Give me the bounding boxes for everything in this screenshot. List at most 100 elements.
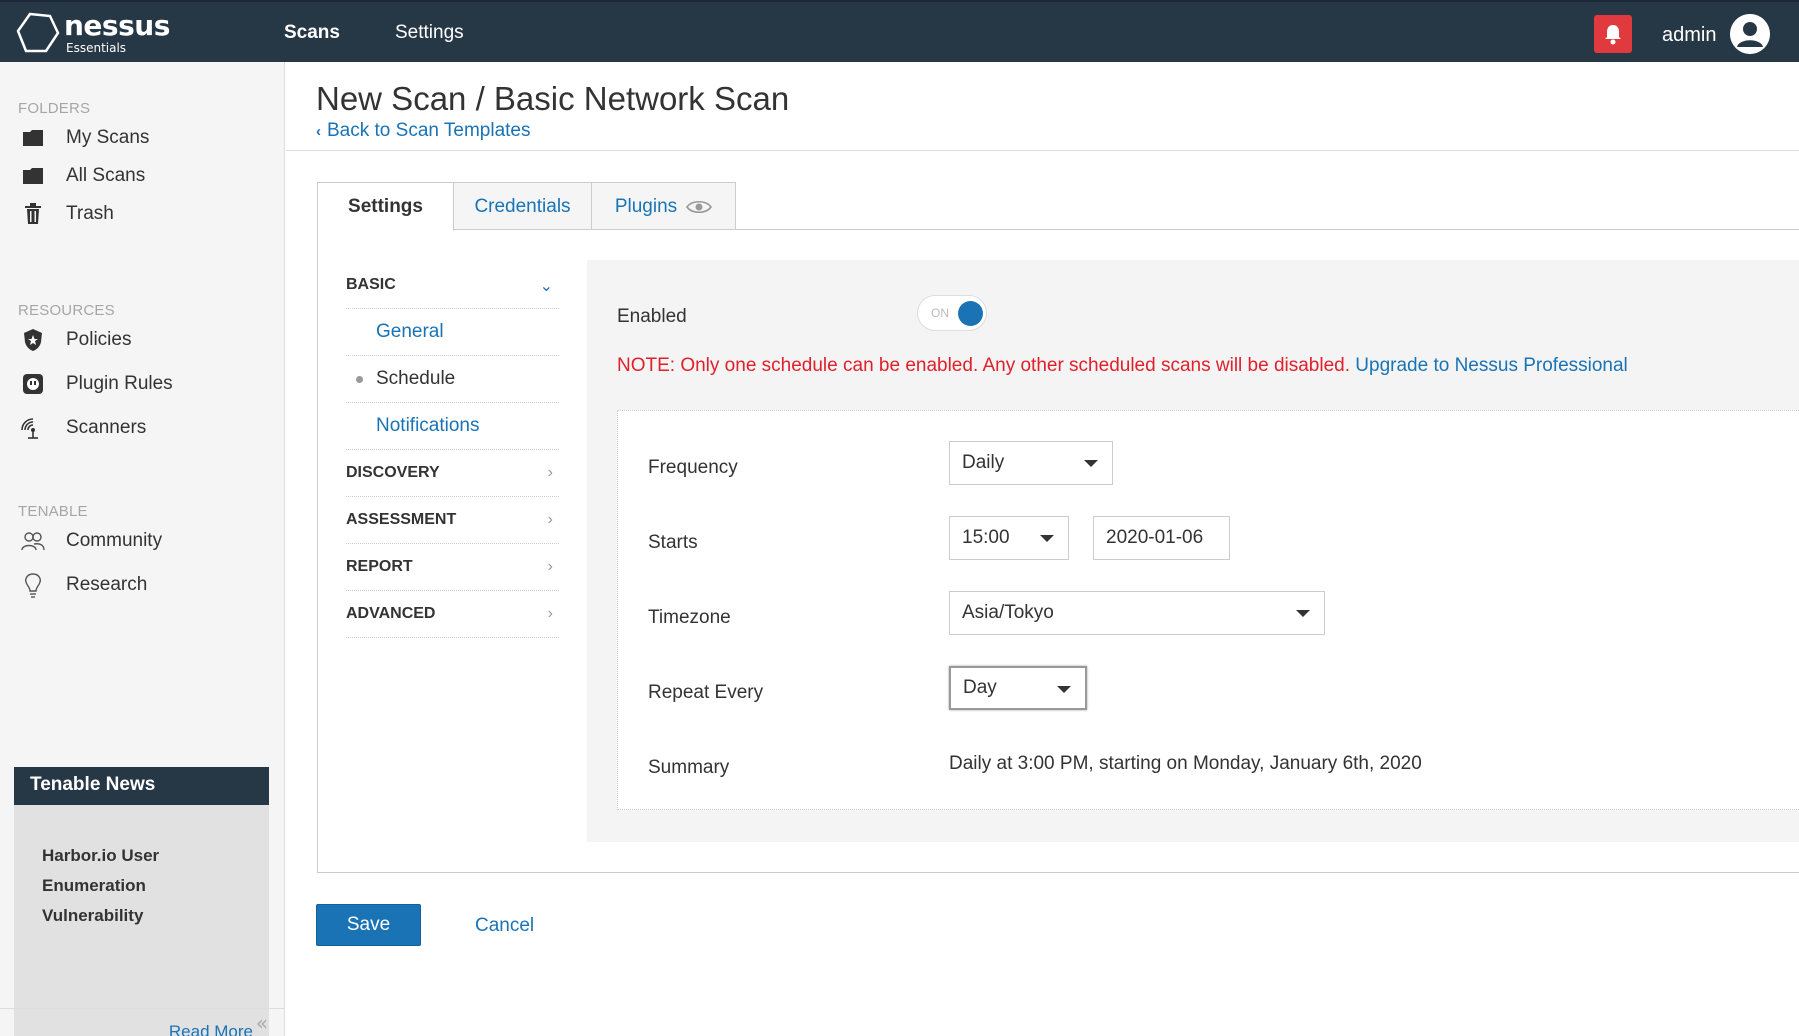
timezone-label: Timezone	[648, 607, 731, 628]
enabled-label: Enabled	[617, 306, 687, 327]
starts-label: Starts	[648, 532, 698, 553]
caret-down-icon	[1057, 686, 1071, 693]
subnav-item-general[interactable]: General	[346, 309, 559, 356]
user-name[interactable]: admin	[1662, 24, 1716, 47]
back-to-templates-link[interactable]: ‹ Back to Scan Templates	[316, 120, 530, 142]
select-value: Asia/Tokyo	[962, 602, 1054, 623]
brand-name: nessus	[64, 9, 170, 42]
plug-icon	[20, 371, 46, 397]
sidebar-item-label: Research	[66, 574, 148, 595]
section-label: REPORT	[346, 558, 413, 575]
users-icon	[20, 528, 46, 554]
resources-heading: RESOURCES	[18, 302, 115, 319]
summary-value: Daily at 3:00 PM, starting on Monday, Ja…	[949, 753, 1422, 774]
sidebar-item-scanners[interactable]: Scanners	[20, 413, 146, 443]
section-advanced[interactable]: ADVANCED ›	[346, 591, 559, 638]
sidebar-item-research[interactable]: Research	[20, 570, 147, 600]
section-discovery[interactable]: DISCOVERY ›	[346, 450, 559, 497]
current-indicator	[356, 376, 363, 383]
subnav-item-notifications[interactable]: Notifications	[346, 403, 559, 450]
folder-icon	[20, 163, 46, 189]
shield-star-icon	[20, 327, 46, 353]
sidebar-item-all-scans[interactable]: All Scans	[20, 161, 145, 191]
eye-icon	[686, 200, 713, 213]
subnav-label: Schedule	[346, 368, 455, 390]
top-navigation-bar: nessus Essentials Scans Settings admin	[0, 0, 1799, 62]
news-headline[interactable]: Harbor.io User Enumeration Vulnerability	[14, 805, 234, 931]
chevron-left-icon: ‹	[316, 123, 321, 140]
sidebar-item-policies[interactable]: Policies	[20, 325, 131, 355]
tab-label: Credentials	[474, 195, 571, 217]
start-time-select[interactable]: 15:00	[949, 516, 1069, 560]
select-value: Daily	[962, 452, 1005, 473]
section-assessment[interactable]: ASSESSMENT ›	[346, 497, 559, 544]
select-value: Day	[963, 677, 997, 698]
tenable-heading: TENABLE	[18, 503, 88, 520]
frequency-select[interactable]: Daily	[949, 441, 1113, 485]
select-value: 15:00	[962, 527, 1010, 548]
sidebar-item-label: All Scans	[66, 165, 146, 186]
double-chevron-left-icon: «	[255, 1011, 268, 1035]
toggle-knob	[958, 301, 983, 326]
caret-down-icon	[1084, 460, 1098, 467]
enabled-toggle[interactable]: ON	[917, 295, 987, 331]
subnav-item-schedule[interactable]: Schedule	[346, 356, 559, 403]
tab-plugins[interactable]: Plugins	[591, 182, 736, 230]
sidebar-item-label: Scanners	[66, 417, 147, 438]
tab-label: Plugins	[614, 195, 678, 217]
trash-icon	[20, 201, 46, 227]
radar-icon	[20, 415, 46, 441]
toggle-text: ON	[931, 306, 949, 320]
section-label: DISCOVERY	[346, 464, 440, 481]
chevron-down-icon: ⌄	[539, 278, 553, 295]
notifications-button[interactable]	[1594, 15, 1632, 53]
start-date-input[interactable]: 2020-01-06	[1093, 516, 1230, 560]
section-label: ASSESSMENT	[346, 511, 457, 528]
subnav-label: Notifications	[376, 415, 480, 436]
tab-credentials[interactable]: Credentials	[453, 182, 592, 230]
save-button[interactable]: Save	[316, 904, 421, 946]
caret-down-icon	[1296, 610, 1310, 617]
page-title: New Scan / Basic Network Scan	[316, 80, 790, 117]
summary-label: Summary	[648, 757, 730, 778]
schedule-note: NOTE: Only one schedule can be enabled. …	[617, 355, 1628, 377]
repeat-every-select[interactable]: Day	[949, 666, 1087, 710]
repeat-every-label: Repeat Every	[648, 682, 764, 703]
tab-label: Settings	[348, 196, 423, 217]
divider	[286, 150, 1799, 151]
sidebar-item-label: Policies	[66, 329, 132, 350]
nessus-logo[interactable]: nessus Essentials	[16, 10, 170, 56]
note-text: NOTE: Only one schedule can be enabled. …	[617, 355, 1351, 376]
section-report[interactable]: REPORT ›	[346, 544, 559, 591]
user-avatar-icon[interactable]	[1730, 14, 1770, 54]
cancel-button[interactable]: Cancel	[475, 915, 534, 937]
nessus-hexagon-logo	[16, 12, 60, 53]
chevron-right-icon: ›	[547, 511, 553, 528]
folders-heading: FOLDERS	[18, 100, 91, 117]
frequency-label: Frequency	[648, 457, 738, 478]
sidebar-item-plugin-rules[interactable]: Plugin Rules	[20, 369, 173, 399]
section-basic[interactable]: BASIC ⌄	[346, 262, 559, 309]
sidebar-item-community[interactable]: Community	[20, 526, 162, 556]
brand-edition: Essentials	[66, 41, 127, 55]
timezone-select[interactable]: Asia/Tokyo	[949, 591, 1325, 635]
sidebar: FOLDERS My Scans All Scans Trash RESOURC…	[0, 62, 285, 1036]
chevron-right-icon: ›	[547, 558, 553, 575]
sidebar-item-label: Trash	[66, 203, 114, 224]
sidebar-item-my-scans[interactable]: My Scans	[20, 123, 149, 153]
nav-settings[interactable]: Settings	[395, 22, 464, 44]
sidebar-item-label: Community	[66, 530, 163, 551]
subnav-label-text: Schedule	[376, 368, 456, 389]
settings-subnav: BASIC ⌄ General Schedule Notifications D…	[346, 262, 559, 638]
collapse-sidebar-button[interactable]: «	[0, 1008, 284, 1036]
chevron-right-icon: ›	[547, 464, 553, 481]
back-link-label: Back to Scan Templates	[327, 120, 531, 141]
tab-settings[interactable]: Settings	[317, 182, 454, 231]
upgrade-link[interactable]: Upgrade to Nessus Professional	[1355, 355, 1627, 376]
sidebar-item-trash[interactable]: Trash	[20, 199, 114, 229]
section-label: BASIC	[346, 276, 396, 293]
tab-bar: Settings Credentials Plugins	[317, 182, 736, 231]
nav-scans[interactable]: Scans	[284, 22, 340, 44]
section-label: ADVANCED	[346, 605, 436, 622]
bell-icon	[1605, 25, 1621, 45]
